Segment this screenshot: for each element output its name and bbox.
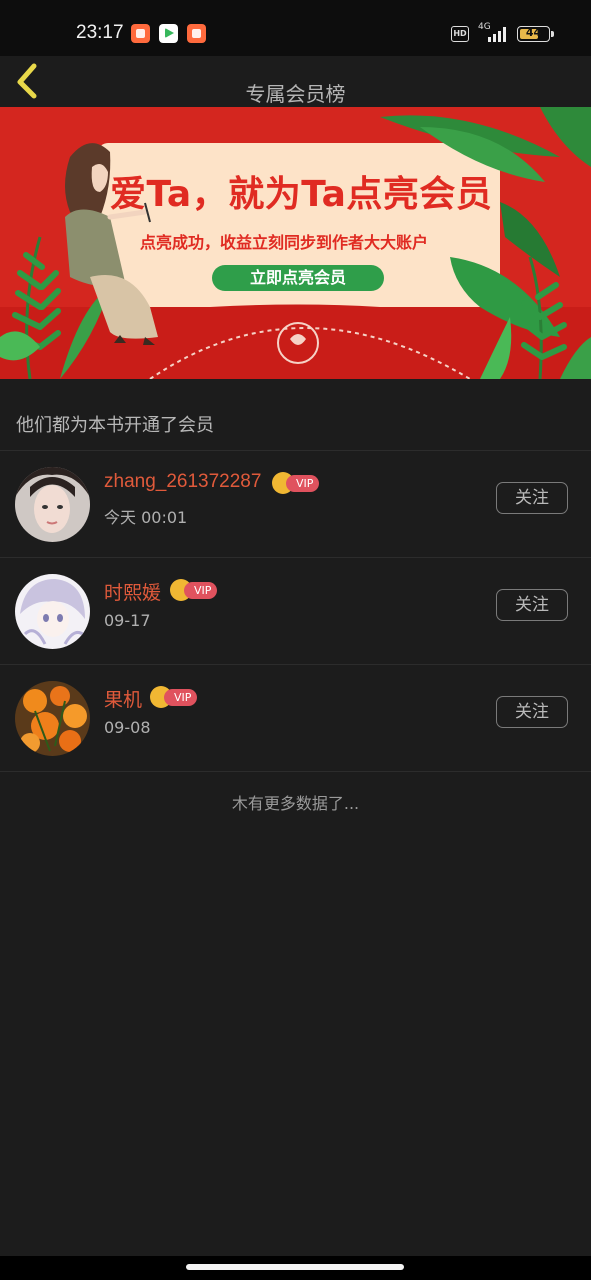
member-row[interactable]: zhang_261372287 VIP 今天 00:01 关注 [0, 451, 591, 557]
light-up-membership-button[interactable]: 立即点亮会员 [212, 265, 384, 291]
app-notification-icon [187, 24, 206, 43]
banner-subtitle: 点亮成功，收益立刻同步到作者大大账户 [140, 233, 429, 252]
member-name[interactable]: 果机 [104, 685, 142, 712]
section-title: 他们都为本书开通了会员 [16, 415, 214, 436]
status-time: 23:17 [76, 22, 124, 43]
banner-title: 爱Ta，就为Ta点亮会员 [110, 174, 493, 215]
member-time: 今天 00:01 [104, 508, 188, 527]
top-bar: 专属会员榜 [0, 56, 591, 108]
battery-icon: 44 [517, 26, 554, 42]
home-indicator[interactable] [186, 1264, 404, 1270]
member-name[interactable]: zhang_261372287 [104, 471, 261, 493]
member-time: 09-08 [104, 718, 151, 737]
follow-button[interactable]: 关注 [496, 482, 568, 514]
battery-level: 44 [525, 26, 542, 39]
avatar[interactable] [15, 681, 90, 756]
play-store-icon [159, 24, 178, 43]
divider [0, 771, 591, 772]
hd-icon: HD [451, 26, 469, 42]
page-title: 专属会员榜 [245, 82, 346, 106]
member-row[interactable]: 果机 VIP 09-08 关注 [0, 665, 591, 771]
member-time: 09-17 [104, 611, 151, 630]
follow-button[interactable]: 关注 [496, 696, 568, 728]
avatar[interactable] [15, 574, 90, 649]
app-notification-icon [131, 24, 150, 43]
promo-banner[interactable]: 爱Ta，就为Ta点亮会员 点亮成功，收益立刻同步到作者大大账户 立即点亮会员 [0, 107, 591, 379]
status-bar: 23:17 HD 4G 44 [0, 0, 591, 56]
member-row[interactable]: 时熙媛 VIP 09-17 关注 [0, 558, 591, 664]
signal-icon [488, 26, 510, 42]
avatar[interactable] [15, 467, 90, 542]
follow-button[interactable]: 关注 [496, 589, 568, 621]
member-name[interactable]: 时熙媛 [104, 578, 161, 605]
no-more-data-text: 木有更多数据了... [231, 794, 360, 813]
